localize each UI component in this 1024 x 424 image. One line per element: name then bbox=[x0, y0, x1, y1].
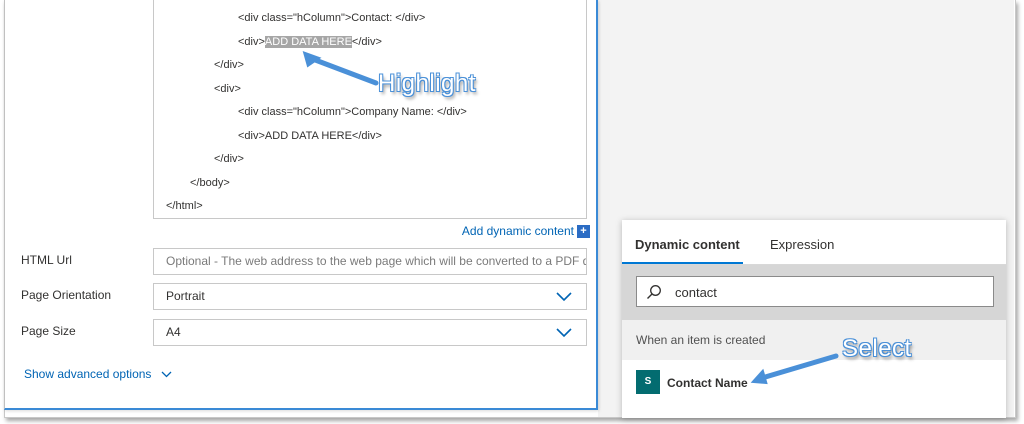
list-item-label: Contact Name bbox=[667, 376, 748, 390]
search-input[interactable] bbox=[675, 283, 975, 301]
dynamic-content-panel: Dynamic content Expression When an item … bbox=[622, 220, 1006, 418]
chevron-down-icon bbox=[556, 328, 572, 338]
chevron-down-icon bbox=[161, 371, 172, 378]
page-orientation-value: Portrait bbox=[166, 289, 205, 303]
code-line: <div class="hColumn">Contact: </div> bbox=[238, 12, 426, 24]
code-line: </div> bbox=[214, 59, 244, 71]
search-area bbox=[622, 265, 1006, 320]
code-line: </html> bbox=[166, 200, 203, 212]
show-advanced-options-label: Show advanced options bbox=[24, 367, 152, 381]
page-orientation-label: Page Orientation bbox=[21, 288, 112, 302]
code-line: <div class="hColumn">Company Name: </div… bbox=[238, 106, 467, 118]
tab-dynamic-content[interactable]: Dynamic content bbox=[635, 237, 740, 252]
highlighted-placeholder[interactable]: ADD DATA HERE bbox=[264, 36, 352, 48]
html-content-editor[interactable]: <div class="hColumn">Contact: </div> <di… bbox=[153, 0, 587, 219]
add-dynamic-content-link[interactable]: Add dynamic content bbox=[462, 224, 574, 238]
sharepoint-icon: S bbox=[636, 370, 660, 394]
select-callout: Select bbox=[842, 335, 912, 362]
code-line: </div> bbox=[214, 153, 244, 165]
code-line: </body> bbox=[190, 177, 230, 189]
code-line: <div> bbox=[214, 83, 241, 95]
page-size-select[interactable]: A4 bbox=[153, 319, 587, 346]
page-size-value: A4 bbox=[166, 325, 181, 339]
html-url-label: HTML Url bbox=[21, 253, 72, 267]
page-size-label: Page Size bbox=[21, 324, 76, 338]
code-line: <div>ADD DATA HERE</div> bbox=[238, 130, 382, 142]
page-orientation-select[interactable]: Portrait bbox=[153, 283, 587, 310]
highlight-callout: Highlight bbox=[378, 70, 476, 97]
code-line: <div>ADD DATA HERE</div> bbox=[238, 36, 382, 48]
html-url-input[interactable]: Optional - The web address to the web pa… bbox=[153, 248, 587, 275]
search-icon bbox=[647, 285, 661, 299]
show-advanced-options-link[interactable]: Show advanced options bbox=[24, 367, 172, 381]
search-box[interactable] bbox=[636, 276, 994, 307]
tab-expression[interactable]: Expression bbox=[770, 237, 834, 252]
html-url-placeholder: Optional - The web address to the web pa… bbox=[166, 254, 587, 268]
arrow-icon bbox=[750, 353, 839, 385]
add-dynamic-content-icon[interactable]: + bbox=[577, 225, 590, 238]
arrow-icon bbox=[302, 50, 379, 86]
chevron-down-icon bbox=[556, 292, 572, 302]
